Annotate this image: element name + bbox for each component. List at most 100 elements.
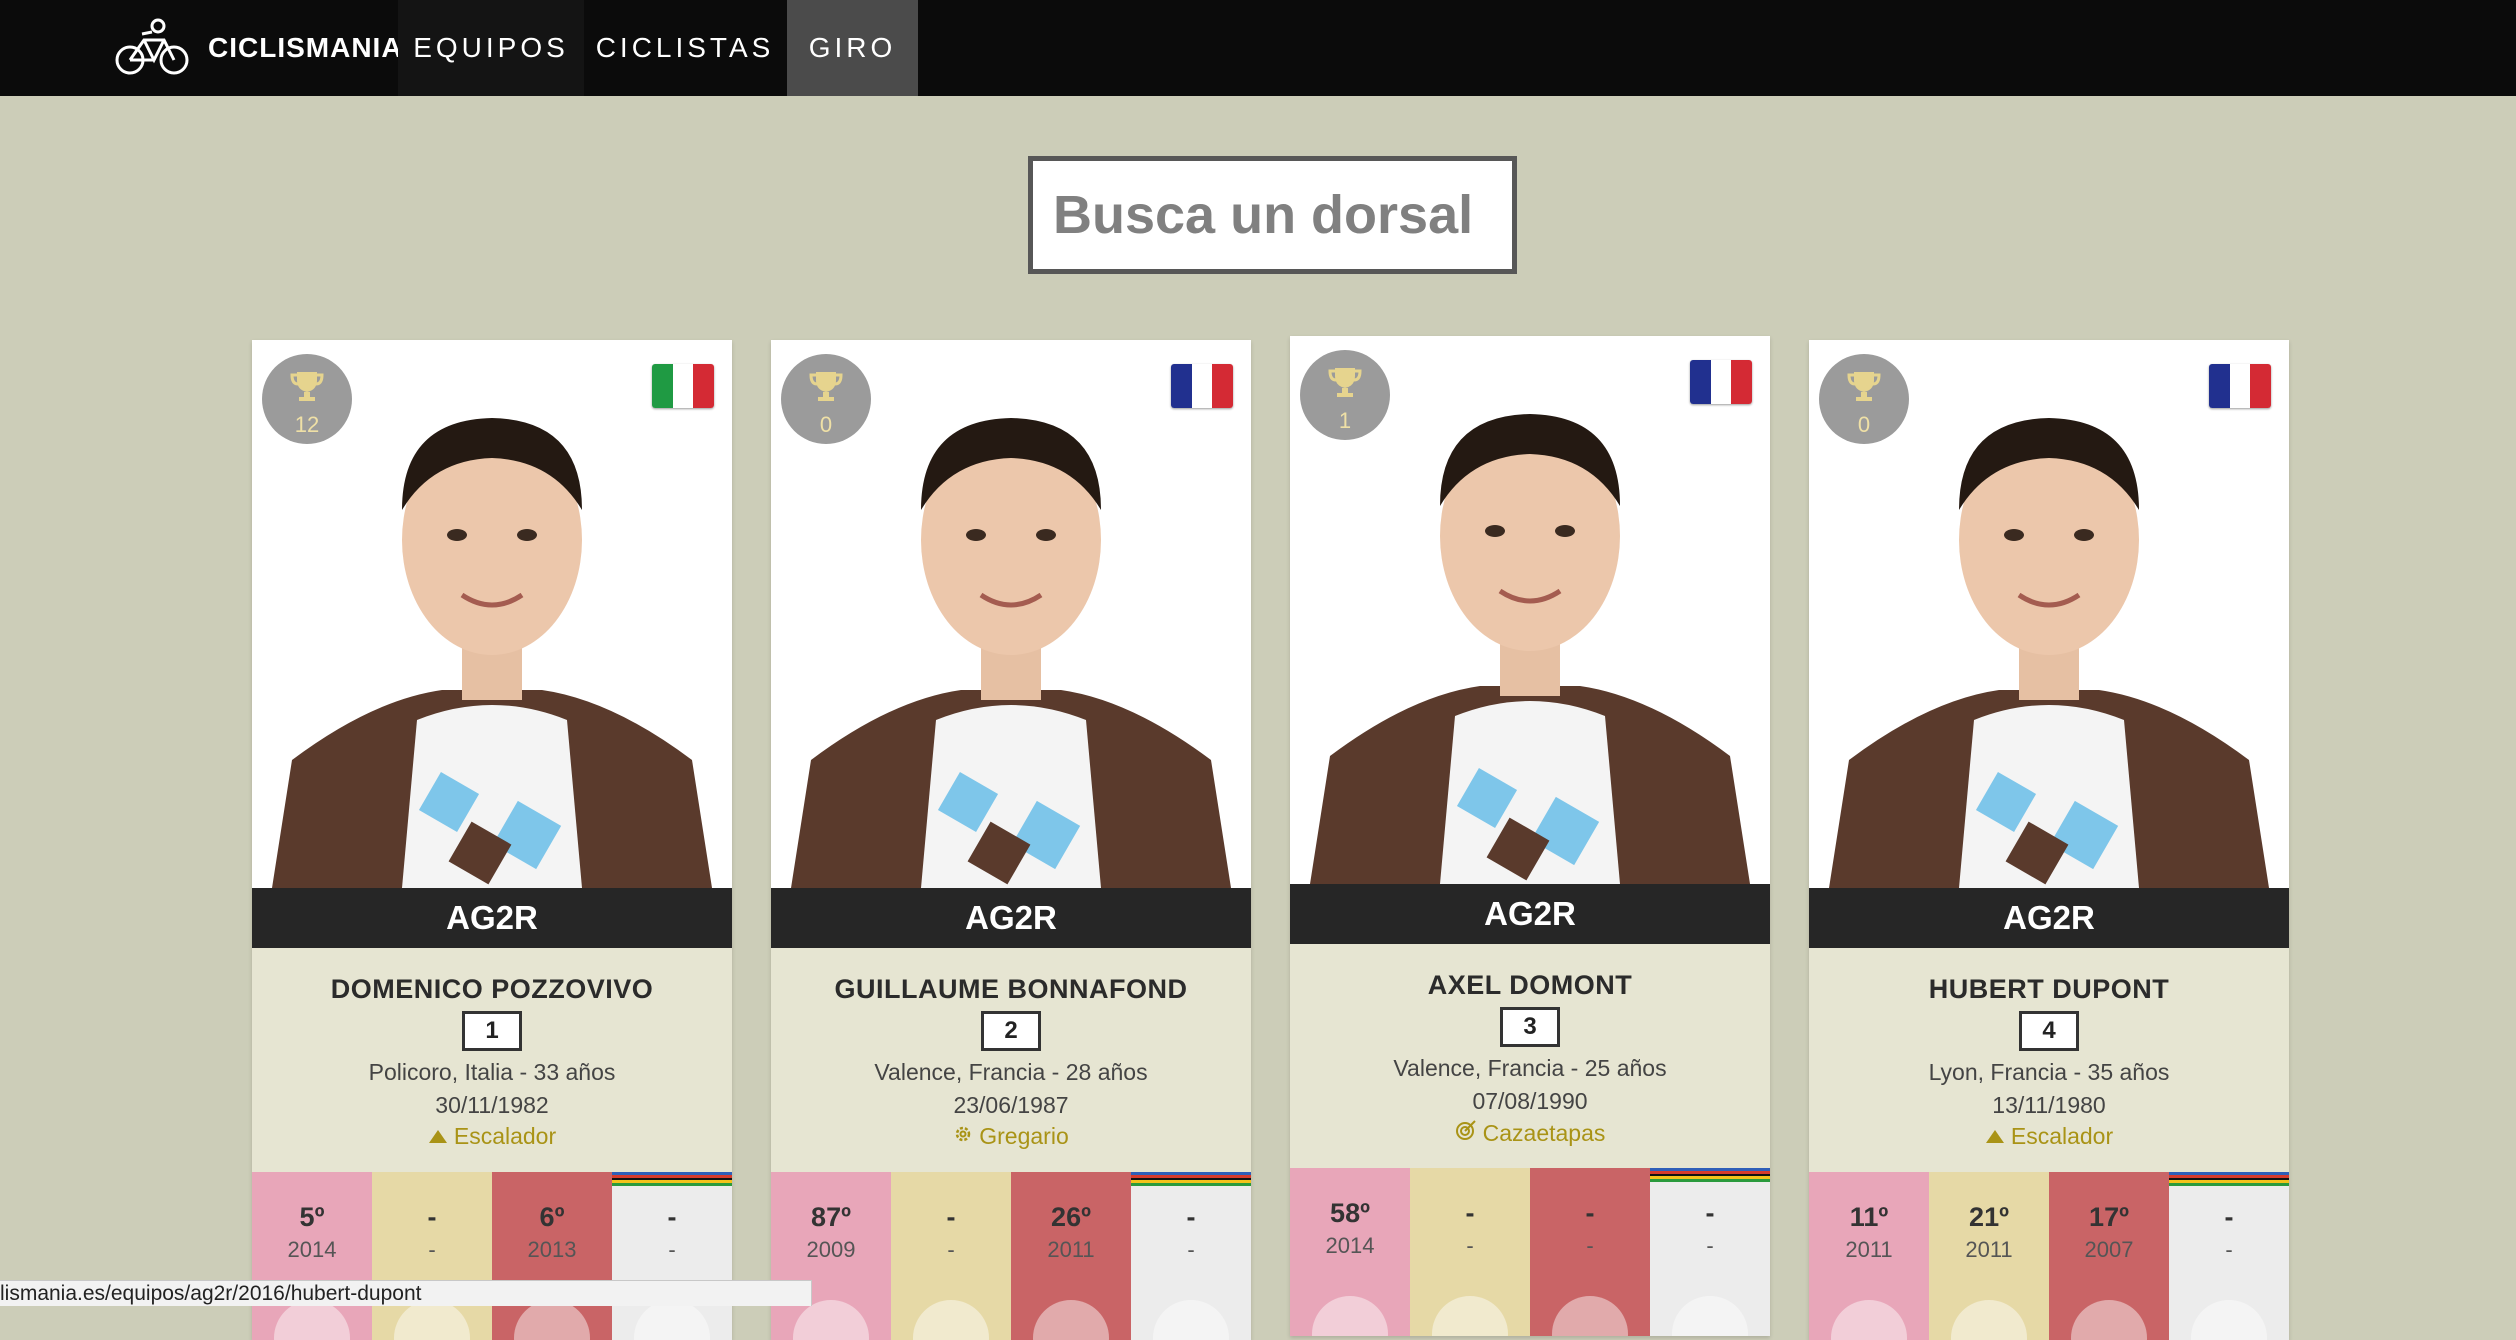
grand-tour-stats: 11º 2011 21º 2011 17º 2007 -- (1809, 1172, 2289, 1340)
stat-position: - (427, 1202, 437, 1232)
giro-icon (1831, 1300, 1907, 1340)
rider-birthplace-age: Lyon, Francia - 35 años (1928, 1059, 2170, 1085)
trophy-badge: 0 (781, 354, 871, 444)
stat-position: 87º (811, 1202, 851, 1232)
team-label: AG2R (1290, 884, 1770, 944)
stat-vuelta: 17º 2007 (2049, 1172, 2169, 1340)
rider-info: AXEL DOMONT 3 Valence, Francia - 25 años… (1290, 944, 1770, 1168)
giro-icon (1312, 1296, 1388, 1336)
rider-photo: 0 (771, 340, 1251, 948)
rider-role-label: Escalador (453, 1123, 557, 1149)
rider-role: Escalador (1809, 1123, 2289, 1150)
stat-position: 11º (1849, 1202, 1889, 1232)
world-icon (634, 1300, 710, 1340)
france-flag-icon (1171, 364, 1233, 408)
stat-position: - (1465, 1198, 1475, 1228)
grand-tour-stats: 5º 2014 -- 6º 2013 -- (252, 1172, 732, 1340)
browser-status-bar: lismania.es/equipos/ag2r/2016/hubert-dup… (0, 1280, 812, 1306)
nav-ciclistas[interactable]: CICLISTAS (584, 0, 786, 96)
tour-icon (1432, 1296, 1508, 1336)
rider-birthdate: 23/06/1987 (953, 1092, 1069, 1118)
stat-year: - (1466, 1233, 1474, 1258)
stat-year: - (1706, 1233, 1714, 1258)
team-label: AG2R (1809, 888, 2289, 948)
stat-giro: 5º 2014 (252, 1172, 372, 1340)
stat-world: -- (2169, 1172, 2289, 1340)
rider-role: Cazaetapas (1290, 1119, 1770, 1147)
rider-role: Gregario (771, 1123, 1251, 1150)
vuelta-icon (514, 1300, 590, 1340)
rider-birthdate: 13/11/1980 (1992, 1092, 2106, 1118)
tour-icon (1951, 1300, 2027, 1340)
stat-year: - (2225, 1237, 2233, 1262)
rider-birthdate: 30/11/1982 (435, 1092, 549, 1118)
mountain-icon (1985, 1123, 2005, 1150)
stat-year: - (1187, 1237, 1195, 1262)
stat-vuelta: 6º 2013 (492, 1172, 612, 1340)
stat-tour: -- (1410, 1168, 1530, 1336)
dorsal-number: 2 (981, 1011, 1041, 1051)
rider-card[interactable]: 12 AG2R DOMENICO POZZOVIVO 1 Policoro, I… (252, 340, 732, 1340)
trophy-badge: 1 (1300, 350, 1390, 440)
rider-name: DOMENICO POZZOVIVO (330, 974, 654, 1004)
trophy-icon (1847, 372, 1881, 401)
target-icon (1455, 1119, 1477, 1147)
stat-position: 58º (1330, 1198, 1370, 1228)
dorsal-number: 4 (2019, 1011, 2079, 1051)
stat-position: 17º (2089, 1202, 2129, 1232)
top-navbar: CICLISMANIA EQUIPOS CICLISTAS GIRO (0, 0, 2516, 96)
rider-birthplace-age: Policoro, Italia - 33 años (368, 1059, 616, 1085)
stat-position: - (946, 1202, 956, 1232)
bicycle-logo-icon (115, 18, 189, 75)
rider-card[interactable]: 0 AG2R HUBERT DUPONT 4 Lyon, Francia - 3… (1809, 340, 2289, 1340)
rider-info: GUILLAUME BONNAFOND 2 Valence, Francia -… (771, 948, 1251, 1172)
stat-year: 2007 (2084, 1237, 2134, 1262)
world-icon (1672, 1296, 1748, 1336)
tour-icon (394, 1300, 470, 1340)
trophy-count: 1 (1338, 408, 1352, 433)
nav-giro[interactable]: GIRO (787, 0, 918, 96)
rider-info: DOMENICO POZZOVIVO 1 Policoro, Italia - … (252, 948, 732, 1172)
rainbow-stripes (2169, 1172, 2289, 1186)
france-flag-icon (2209, 364, 2271, 408)
rider-birthplace-age: Valence, Francia - 25 años (1393, 1055, 1667, 1081)
dorsal-number: 3 (1500, 1007, 1560, 1047)
stat-tour: -- (891, 1172, 1011, 1340)
stat-year: - (428, 1237, 436, 1262)
stat-tour: -- (372, 1172, 492, 1340)
stat-tour: 21º 2011 (1929, 1172, 2049, 1340)
trophy-icon (809, 372, 843, 401)
stat-world: -- (1131, 1172, 1251, 1340)
stat-position: 21º (1969, 1202, 2009, 1232)
world-icon (2191, 1300, 2267, 1340)
trophy-badge: 12 (262, 354, 352, 444)
stat-position: - (667, 1202, 677, 1232)
trophy-count: 12 (294, 412, 320, 437)
rainbow-stripes (1650, 1168, 1770, 1182)
stat-year: 2011 (1845, 1237, 1893, 1262)
dorsal-search-input[interactable] (1033, 161, 1512, 269)
stat-position: 26º (1051, 1202, 1091, 1232)
trophy-count: 0 (1857, 412, 1871, 437)
stat-giro: 11º 2011 (1809, 1172, 1929, 1340)
rider-role-label: Escalador (2010, 1123, 2114, 1149)
brand-link[interactable]: CICLISMANIA (112, 0, 403, 96)
stat-year: 2013 (527, 1237, 577, 1262)
dorsal-number: 1 (462, 1011, 522, 1051)
rainbow-stripes (1131, 1172, 1251, 1186)
nav-equipos[interactable]: EQUIPOS (398, 0, 584, 96)
stat-position: - (1186, 1202, 1196, 1232)
grand-tour-stats: 58º 2014 -- -- -- (1290, 1168, 1770, 1336)
rider-card[interactable]: 0 AG2R GUILLAUME BONNAFOND 2 Valence, Fr… (771, 340, 1251, 1340)
trophy-badge: 0 (1819, 354, 1909, 444)
brand-name: CICLISMANIA (208, 32, 403, 63)
stat-year: 2011 (1965, 1237, 2013, 1262)
rider-card[interactable]: 1 AG2R AXEL DOMONT 3 Valence, Francia - … (1290, 336, 1770, 1336)
rider-birthdate: 07/08/1990 (1472, 1088, 1588, 1114)
trophy-count: 0 (819, 412, 833, 437)
giro-icon (274, 1300, 350, 1340)
stat-year: 2014 (1325, 1233, 1375, 1258)
france-flag-icon (1690, 360, 1752, 404)
gear-icon (953, 1123, 973, 1150)
rider-photo: 0 (1809, 340, 2289, 948)
